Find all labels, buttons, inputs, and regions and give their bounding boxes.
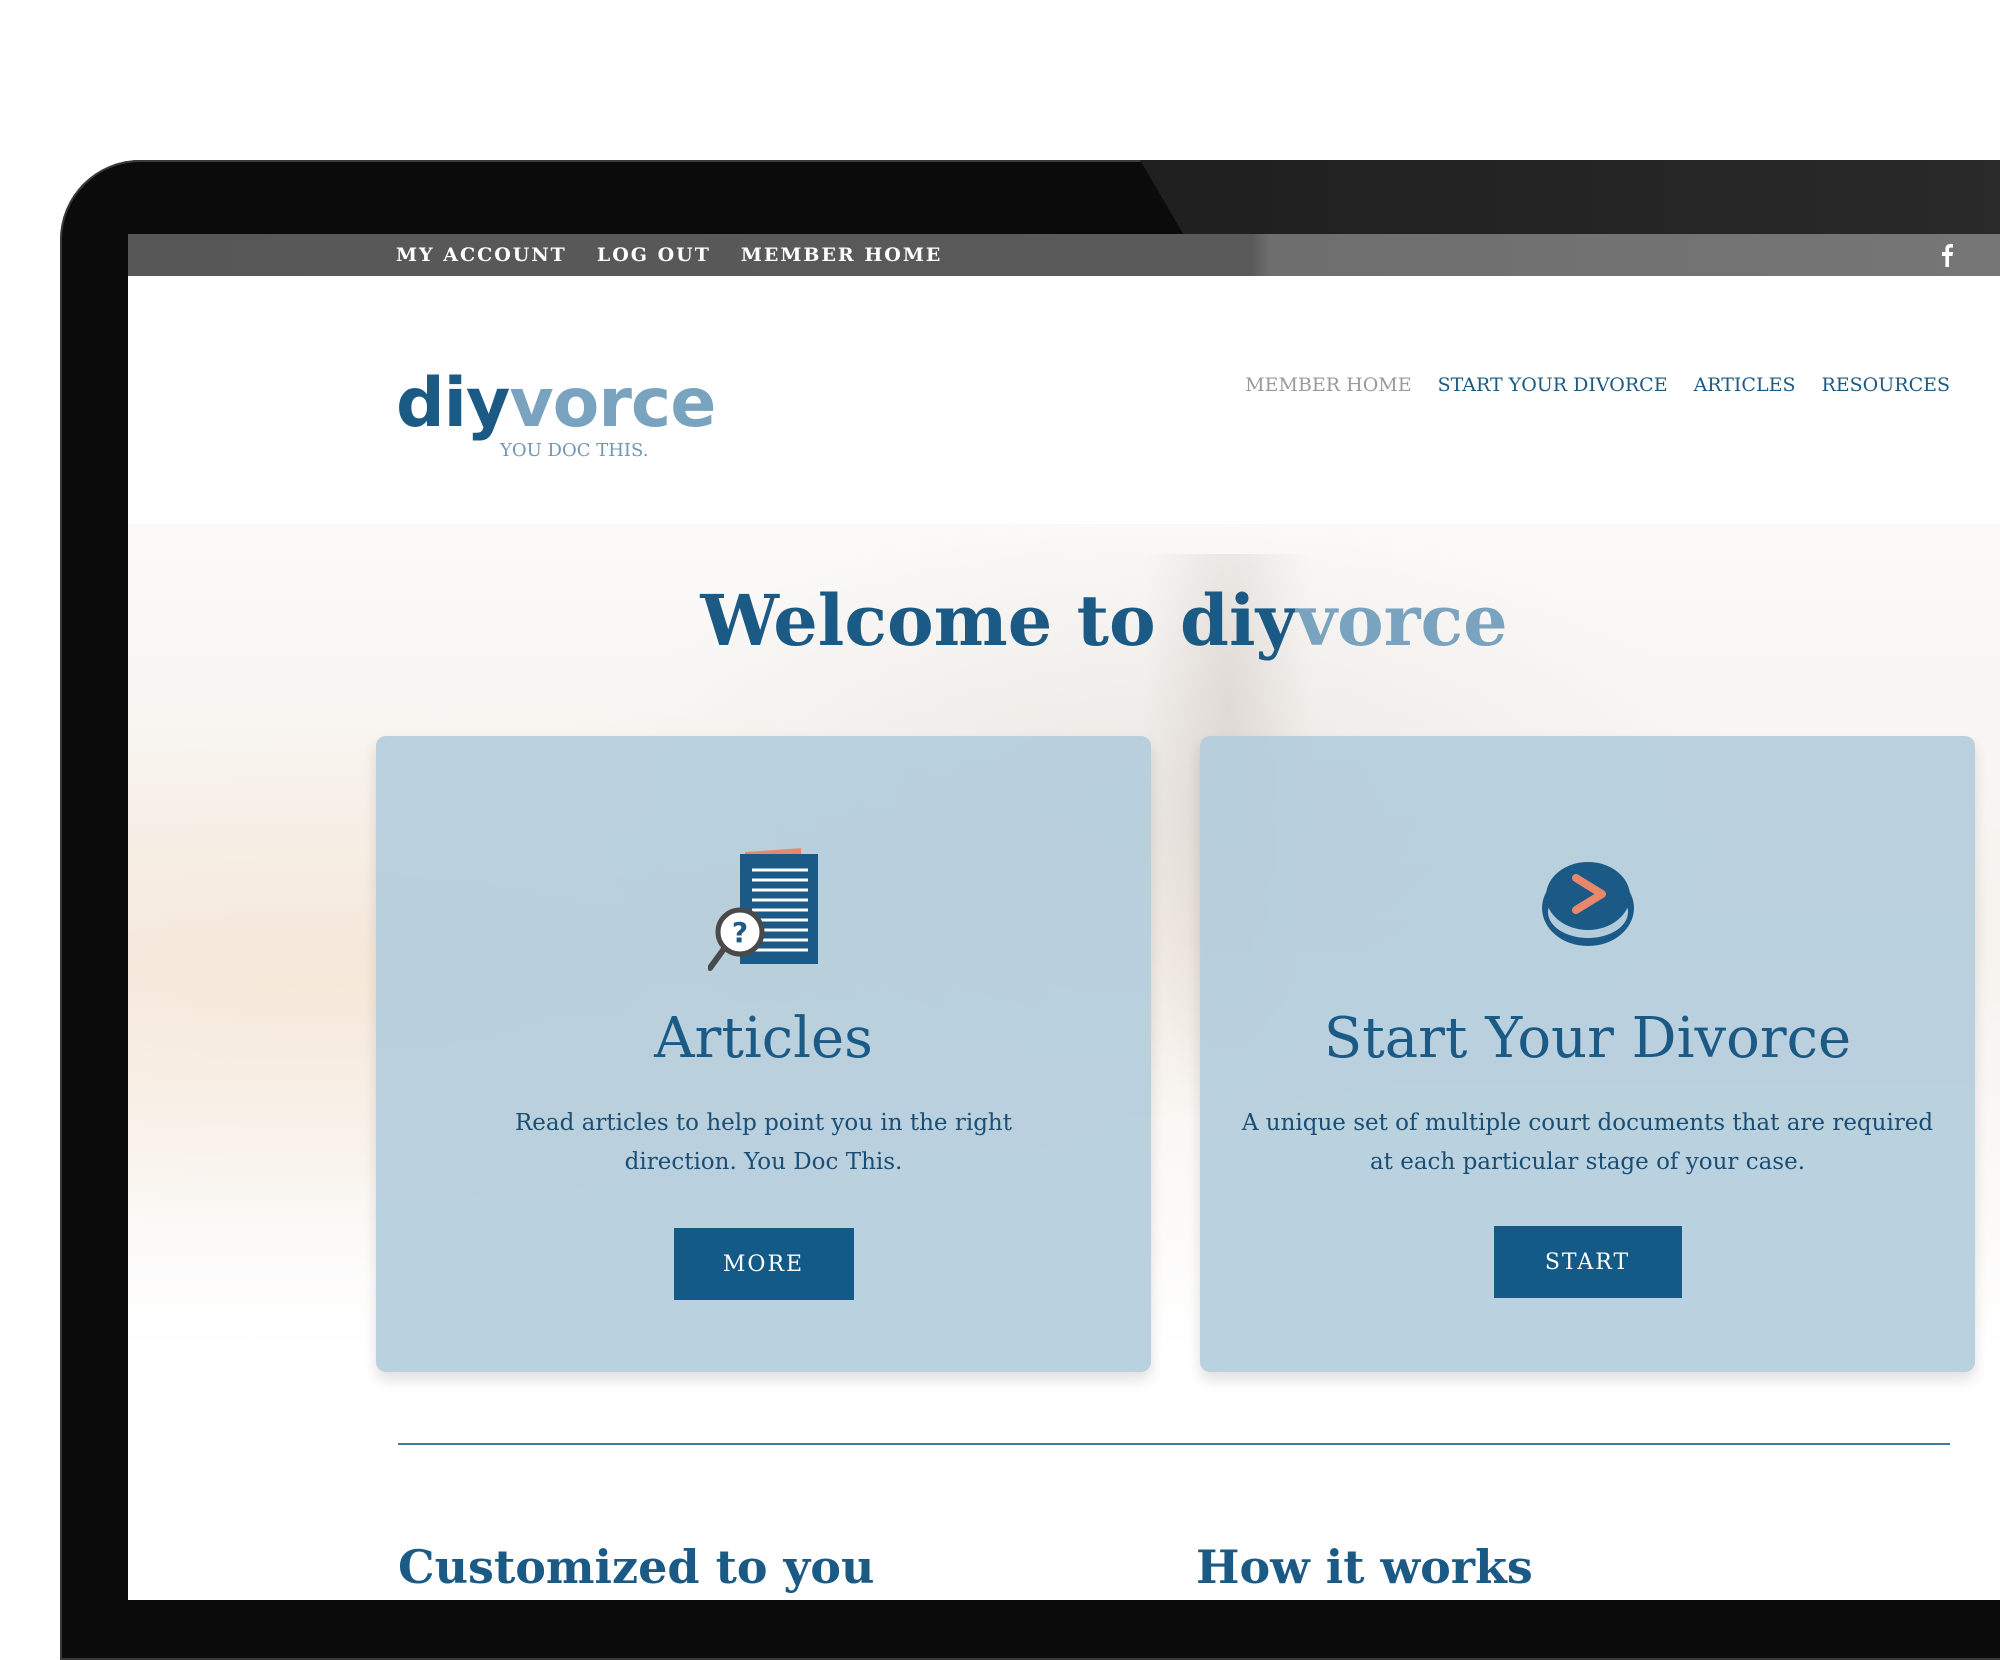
logo-wordmark: diyvorce [396, 370, 716, 438]
diyorce-logo[interactable]: diyvorce YOU DOC THIS. [396, 304, 716, 462]
articles-card-title: Articles [654, 1006, 873, 1071]
start-button-icon [1540, 858, 1636, 952]
articles-card-description: Read articles to help point you in the r… [514, 1110, 1012, 1175]
customized-heading: Customized to you [398, 1540, 875, 1594]
main-navigation: MEMBER HOME START YOUR DIVORCE ARTICLES … [1245, 374, 1950, 396]
articles-card: ? Articles Read articles to help point y… [376, 736, 1151, 1372]
nav-resources[interactable]: RESOURCES [1821, 374, 1950, 396]
document-search-icon: ? [706, 846, 820, 976]
start-divorce-card: Start Your Divorce A unique set of multi… [1200, 736, 1975, 1372]
logo-rest: vorce [509, 364, 716, 443]
how-it-works-heading: How it works [1196, 1540, 1533, 1594]
svg-text:?: ? [731, 916, 747, 949]
facebook-icon[interactable] [1934, 242, 1960, 268]
section-divider [398, 1443, 1950, 1445]
my-account-link[interactable]: MY ACCOUNT [396, 244, 567, 266]
browser-viewport: MY ACCOUNT LOG OUT MEMBER HOME diyvorce … [128, 234, 2000, 1600]
start-divorce-card-description: A unique set of multiple court documents… [1241, 1110, 1934, 1175]
nav-articles[interactable]: ARTICLES [1694, 374, 1796, 396]
logo-di: di [396, 364, 467, 443]
log-out-link[interactable]: LOG OUT [597, 244, 711, 266]
logo-tagline: YOU DOC THIS. [500, 440, 649, 461]
start-divorce-card-title: Start Your Divorce [1323, 1006, 1852, 1071]
nav-member-home[interactable]: MEMBER HOME [1245, 374, 1411, 396]
utility-links: MY ACCOUNT LOG OUT MEMBER HOME [396, 234, 942, 276]
nav-start-your-divorce[interactable]: START YOUR DIVORCE [1438, 374, 1668, 396]
logo-y: y [465, 364, 510, 443]
welcome-prefix: Welcome to diy [700, 579, 1297, 662]
member-home-link[interactable]: MEMBER HOME [741, 244, 943, 266]
welcome-highlight: vorce [1296, 579, 1508, 662]
more-button[interactable]: MORE [673, 1228, 854, 1300]
utility-bar: MY ACCOUNT LOG OUT MEMBER HOME [128, 234, 2000, 276]
welcome-heading: Welcome to diyvorce [128, 579, 2000, 662]
start-button[interactable]: START [1493, 1226, 1682, 1298]
